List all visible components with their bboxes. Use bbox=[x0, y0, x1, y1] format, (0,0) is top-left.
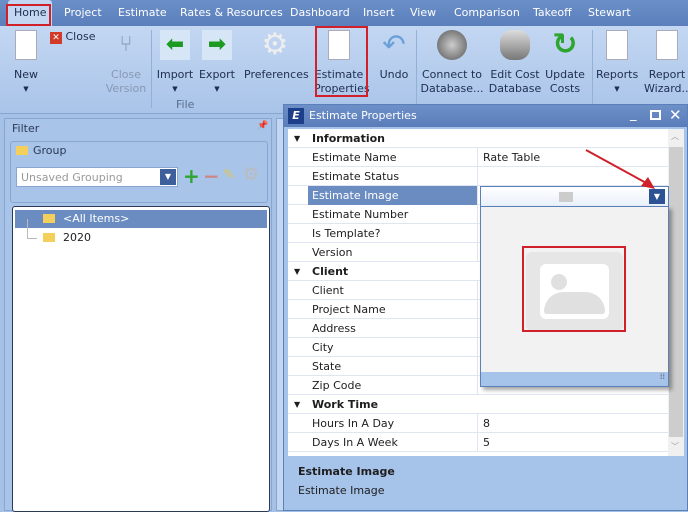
annotation-arrow bbox=[585, 149, 655, 189]
arrow-line bbox=[585, 149, 649, 185]
arrow-head bbox=[641, 177, 655, 189]
